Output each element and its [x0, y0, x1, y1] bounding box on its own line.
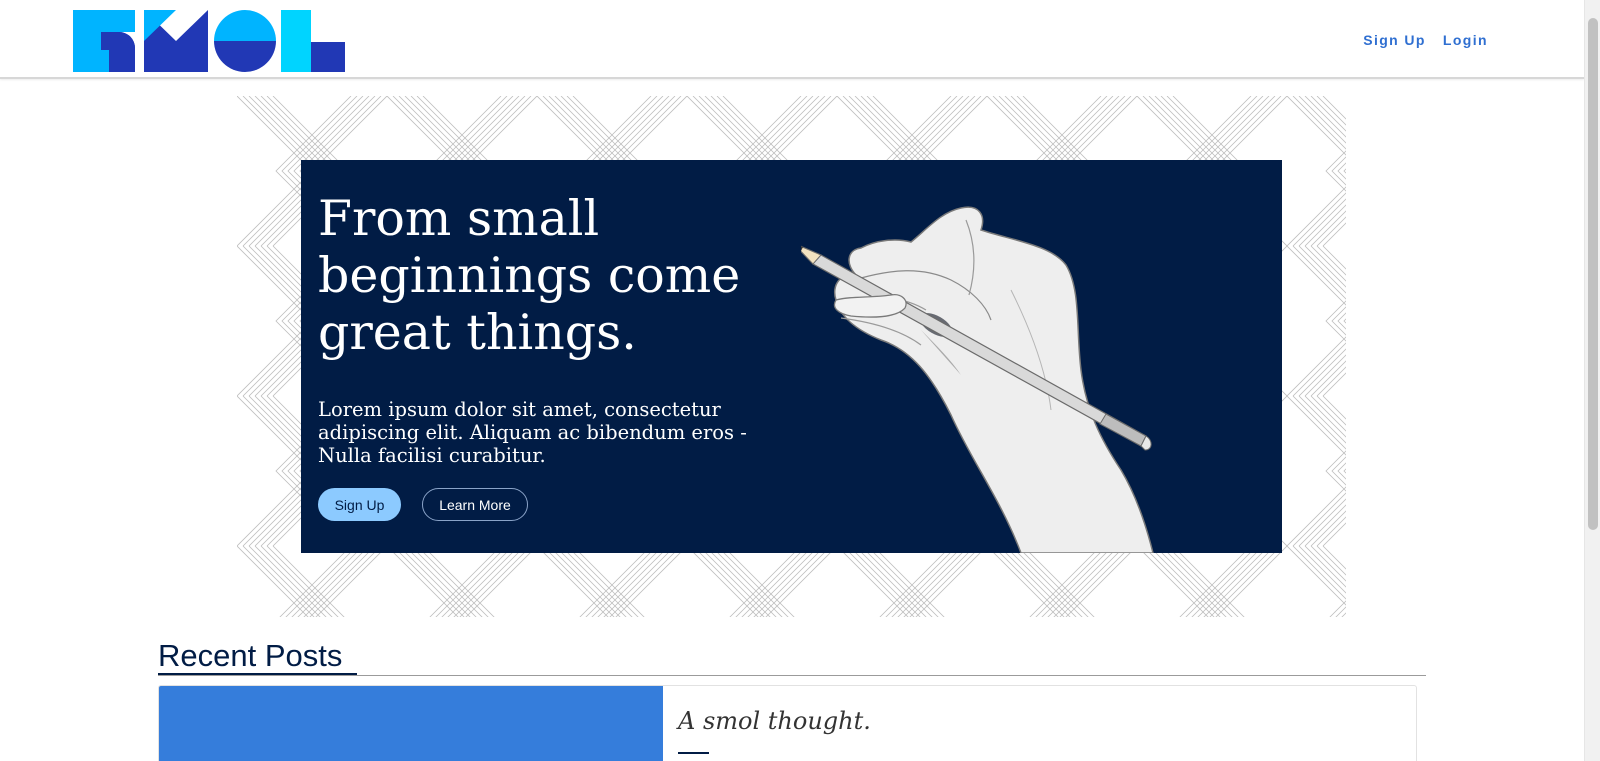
hero-description: Lorem ipsum dolor sit amet, consectetur … — [318, 398, 747, 467]
hero-learn-more-button[interactable]: Learn More — [422, 488, 528, 521]
hand-pencil-illustration — [801, 206, 1154, 553]
scrollbar-thumb[interactable] — [1588, 18, 1598, 530]
nav-login-link[interactable]: Login — [1443, 32, 1488, 48]
header-nav: Sign Up Login — [1363, 32, 1488, 48]
smol-logo[interactable] — [72, 10, 345, 72]
post-title-accent — [678, 752, 709, 754]
hero-banner: From small beginnings come great things.… — [301, 160, 1282, 553]
nav-signup-link[interactable]: Sign Up — [1363, 32, 1426, 48]
section-divider — [158, 675, 1426, 676]
post-image[interactable] — [159, 686, 663, 761]
site-header: Sign Up Login — [0, 0, 1584, 79]
vertical-scrollbar[interactable] — [1584, 0, 1600, 761]
logo-graphic — [72, 10, 345, 72]
post-card[interactable]: A smol thought. — [158, 685, 1417, 761]
hero-signup-button[interactable]: Sign Up — [318, 488, 401, 521]
recent-posts-heading: Recent Posts — [158, 638, 343, 673]
post-title[interactable]: A smol thought. — [678, 707, 871, 735]
hero-title: From small beginnings come great things. — [318, 190, 741, 361]
